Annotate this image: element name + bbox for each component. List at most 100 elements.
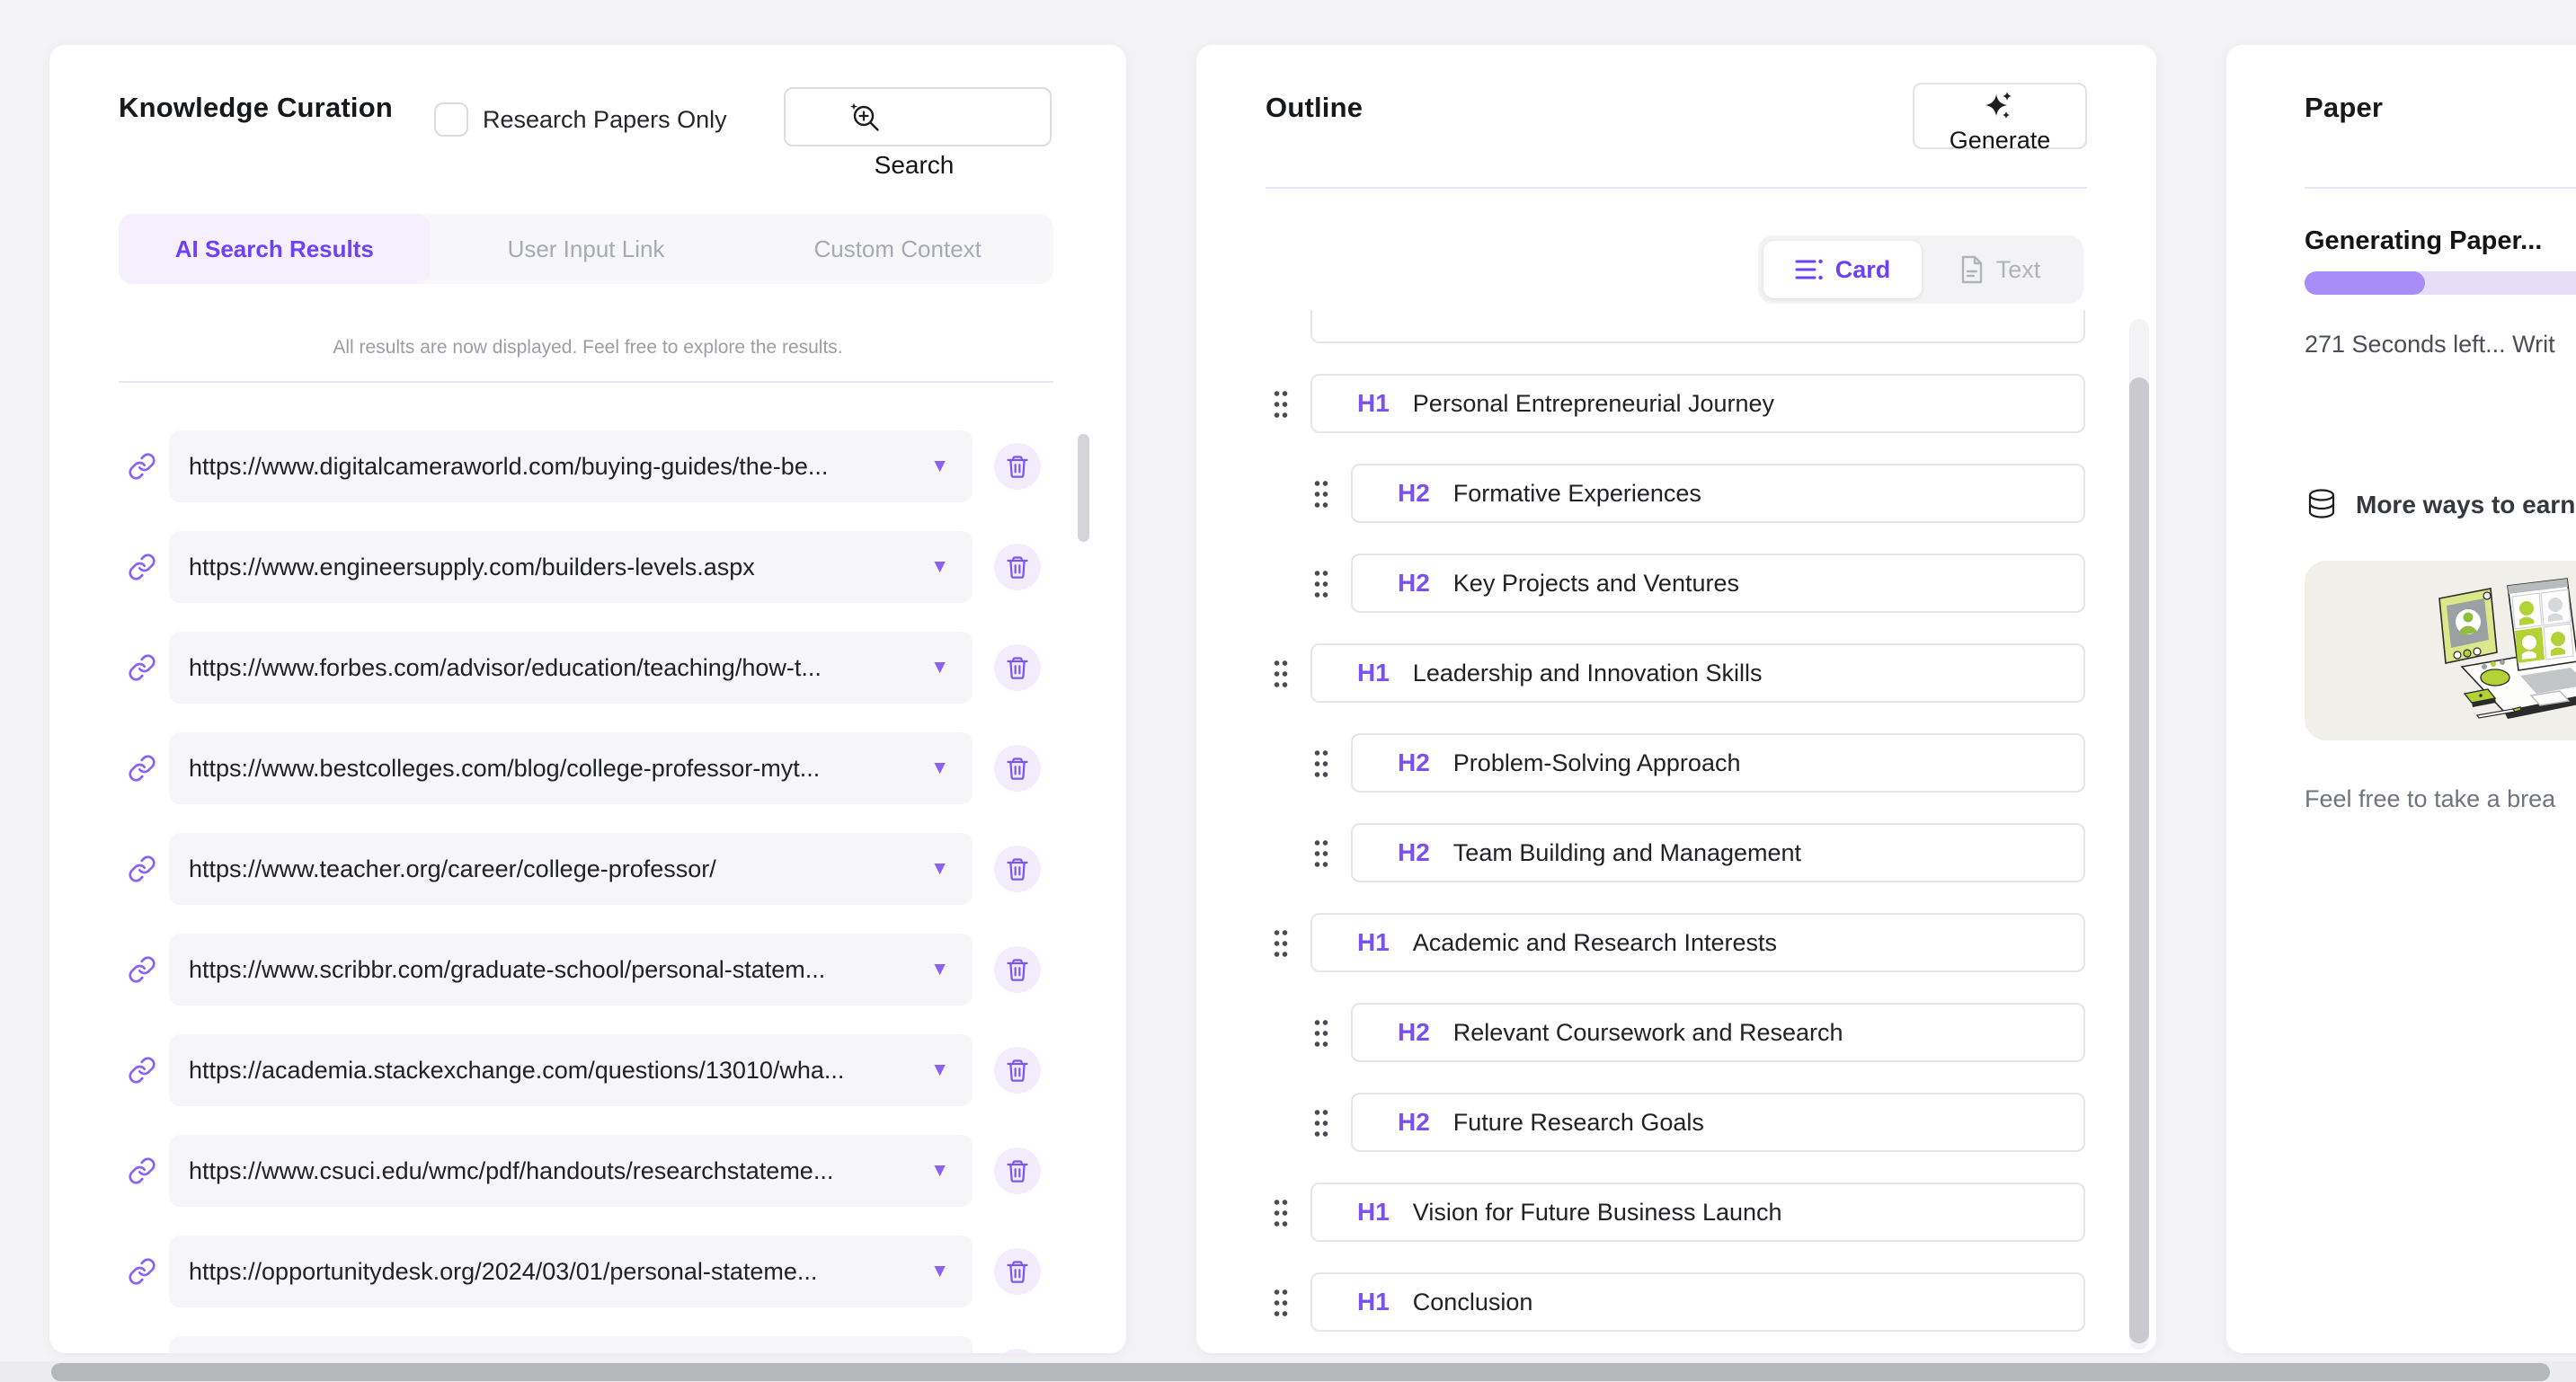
delete-url-button[interactable]	[994, 1349, 1041, 1353]
outline-card[interactable]: H1 Academic and Research Interests	[1310, 913, 2085, 972]
drag-handle-icon[interactable]	[1273, 1197, 1289, 1229]
outline-scrollbar-thumb[interactable]	[2129, 377, 2149, 1343]
outline-card[interactable]: H2 Future Research Goals	[1351, 1093, 2085, 1152]
expand-caret-icon[interactable]: ▼	[930, 1034, 949, 1106]
url-result-row: https://academia.stackexchange.com/quest…	[49, 1034, 1126, 1106]
drag-handle-icon[interactable]	[1313, 478, 1329, 510]
heading-level-badge: H2	[1398, 569, 1430, 598]
more-ways-to-earn-label[interactable]: More ways to earn	[2356, 491, 2575, 519]
research-papers-only-checkbox[interactable]	[434, 102, 468, 137]
delete-url-button[interactable]	[994, 544, 1041, 590]
expand-caret-icon[interactable]: ▼	[930, 934, 949, 1005]
outline-card[interactable]	[1310, 310, 2085, 343]
delete-url-button[interactable]	[994, 1047, 1041, 1094]
drag-handle-icon[interactable]	[1273, 1287, 1289, 1319]
outline-card[interactable]: H2 Relevant Coursework and Research	[1351, 1003, 2085, 1062]
generation-progress-bar	[2305, 271, 2576, 295]
outline-item: H2 Key Projects and Ventures	[1196, 554, 2122, 613]
heading-level-badge: H2	[1398, 1018, 1430, 1047]
heading-level-badge: H1	[1357, 1198, 1390, 1227]
outline-card[interactable]: H2 Key Projects and Ventures	[1351, 554, 2085, 613]
outline-card[interactable]: H1 Leadership and Innovation Skills	[1310, 643, 2085, 703]
drag-handle-icon[interactable]	[1313, 1107, 1329, 1139]
url-field[interactable]: https://opportunitydesk.org/2024/03/01/p…	[169, 1236, 973, 1307]
outline-item-text: Problem-Solving Approach	[1453, 749, 1741, 777]
delete-url-button[interactable]	[994, 443, 1041, 490]
search-button[interactable]	[784, 87, 1052, 146]
url-field[interactable]: https://www.csuci.edu/wmc/pdf/handouts/r…	[169, 1135, 973, 1207]
outline-item-text: Future Research Goals	[1453, 1109, 1704, 1137]
delete-url-button[interactable]	[994, 1147, 1041, 1194]
outline-item: H1 Academic and Research Interests	[1196, 913, 2122, 972]
url-field[interactable]	[169, 1336, 973, 1353]
expand-caret-icon[interactable]: ▼	[930, 1236, 949, 1307]
url-field[interactable]: https://www.teacher.org/career/college-p…	[169, 833, 973, 905]
heading-level-badge: H1	[1357, 659, 1390, 687]
outline-card[interactable]: H1 Conclusion	[1310, 1272, 2085, 1332]
drag-handle-icon[interactable]	[1273, 388, 1289, 421]
generate-button[interactable]: Generate	[1913, 83, 2087, 149]
sparkles-icon	[1984, 90, 2016, 127]
time-remaining-text: 271 Seconds left... Writ	[2305, 331, 2555, 359]
url-field[interactable]: https://www.bestcolleges.com/blog/colleg…	[169, 732, 973, 804]
delete-url-button[interactable]	[994, 644, 1041, 691]
results-scrollbar-thumb[interactable]	[1078, 434, 1089, 542]
card-view-icon	[1795, 258, 1824, 281]
drag-handle-icon[interactable]	[1313, 568, 1329, 600]
text-view-icon	[1959, 255, 1985, 284]
outline-item-text: Relevant Coursework and Research	[1453, 1019, 1843, 1047]
drag-handle-icon[interactable]	[1313, 1017, 1329, 1050]
outline-card[interactable]: H1 Personal Entrepreneurial Journey	[1310, 374, 2085, 433]
drag-handle-icon[interactable]	[1313, 837, 1329, 870]
tab-custom-context[interactable]: Custom Context	[742, 214, 1053, 284]
outline-item: H1 Vision for Future Business Launch	[1196, 1183, 2122, 1242]
drag-handle-icon[interactable]	[1273, 658, 1289, 690]
drag-handle-icon[interactable]	[1313, 748, 1329, 780]
tab-ai-search-results[interactable]: AI Search Results	[119, 214, 431, 284]
outline-list: H1 Personal Entrepreneurial Journey H2 F…	[1196, 310, 2122, 1353]
knowledge-curation-title: Knowledge Curation	[119, 92, 393, 124]
outline-card[interactable]: H1 Vision for Future Business Launch	[1310, 1183, 2085, 1242]
expand-caret-icon[interactable]: ▼	[930, 833, 949, 905]
generate-button-label: Generate	[1950, 127, 2051, 155]
outline-card[interactable]: H2 Formative Experiences	[1351, 464, 2085, 523]
knowledge-tabs: AI Search Results User Input Link Custom…	[119, 214, 1053, 284]
link-icon	[128, 1156, 156, 1185]
url-field[interactable]: https://www.digitalcameraworld.com/buyin…	[169, 430, 973, 502]
link-icon	[128, 653, 156, 682]
paper-panel: Paper Generating Paper... 271 Seconds le…	[2226, 45, 2576, 1353]
delete-url-button[interactable]	[994, 946, 1041, 993]
outline-card[interactable]: H2 Problem-Solving Approach	[1351, 733, 2085, 793]
url-field[interactable]: https://www.forbes.com/advisor/education…	[169, 632, 973, 704]
expand-caret-icon[interactable]: ▼	[930, 430, 949, 502]
expand-caret-icon[interactable]: ▼	[930, 732, 949, 804]
view-toggle-text[interactable]: Text	[1922, 241, 2078, 298]
url-text: https://opportunitydesk.org/2024/03/01/p…	[189, 1236, 817, 1307]
outline-card-partial	[1196, 310, 2122, 343]
delete-url-button[interactable]	[994, 1248, 1041, 1295]
tab-user-input-link[interactable]: User Input Link	[431, 214, 742, 284]
outline-item-text: Personal Entrepreneurial Journey	[1413, 390, 1774, 418]
view-toggle-card[interactable]: Card	[1763, 241, 1922, 298]
expand-caret-icon[interactable]: ▼	[930, 1135, 949, 1207]
outline-item-text: Leadership and Innovation Skills	[1413, 660, 1763, 687]
outline-item: H2 Future Research Goals	[1196, 1093, 2122, 1152]
paper-divider	[2305, 187, 2576, 189]
expand-caret-icon[interactable]: ▼	[930, 632, 949, 704]
heading-level-badge: H1	[1357, 1288, 1390, 1316]
url-field[interactable]: https://www.engineersupply.com/builders-…	[169, 531, 973, 603]
generating-status-label: Generating Paper...	[2305, 226, 2542, 256]
search-plus-icon	[848, 101, 883, 139]
url-result-row: https://www.bestcolleges.com/blog/colleg…	[49, 732, 1126, 804]
delete-url-button[interactable]	[994, 745, 1041, 792]
horizontal-scrollbar-thumb[interactable]	[51, 1363, 2550, 1381]
outline-scroll-area: H1 Personal Entrepreneurial Journey H2 F…	[1196, 310, 2122, 1353]
expand-caret-icon[interactable]: ▼	[930, 531, 949, 603]
outline-item: H2 Relevant Coursework and Research	[1196, 1003, 2122, 1062]
delete-url-button[interactable]	[994, 846, 1041, 892]
url-field[interactable]: https://www.scribbr.com/graduate-school/…	[169, 934, 973, 1005]
outline-card[interactable]: H2 Team Building and Management	[1351, 823, 2085, 882]
drag-handle-icon[interactable]	[1273, 927, 1289, 960]
url-field[interactable]: https://academia.stackexchange.com/quest…	[169, 1034, 973, 1106]
url-text: https://www.bestcolleges.com/blog/colleg…	[189, 732, 820, 804]
